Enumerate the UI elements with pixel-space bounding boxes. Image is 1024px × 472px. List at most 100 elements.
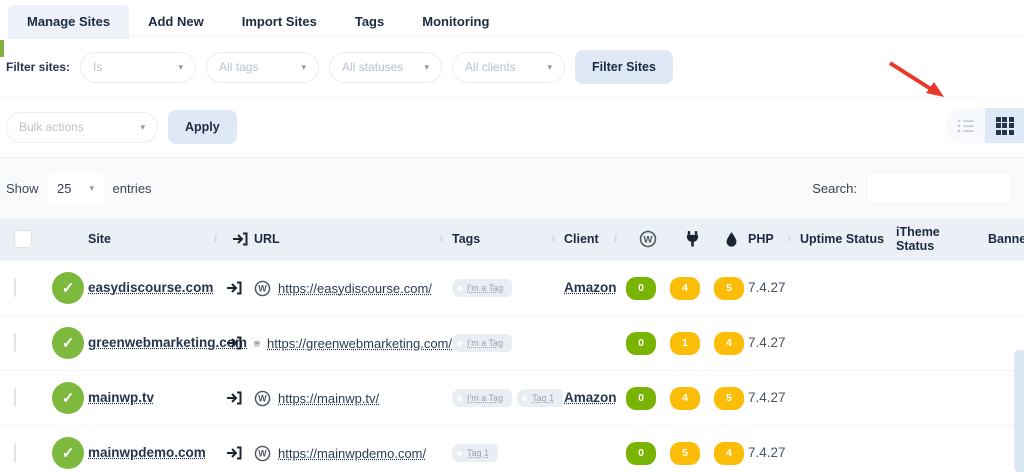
open-wp-admin-button[interactable] <box>226 446 254 460</box>
update-badge[interactable]: 0 <box>626 276 656 300</box>
page-size-select[interactable]: 25 ▾ <box>47 172 104 204</box>
client-link[interactable]: Amazon <box>564 280 617 295</box>
tag-chip[interactable]: Tag 1 <box>452 444 499 462</box>
update-badge[interactable]: 4 <box>670 276 700 300</box>
site-status-ok-icon: ✓ <box>52 437 84 469</box>
open-wp-admin-button[interactable] <box>226 281 254 295</box>
filter-operator-select[interactable]: Is ▾ <box>80 51 197 83</box>
update-badge[interactable]: 4 <box>670 386 700 410</box>
show-label: Show <box>6 180 39 196</box>
site-url-link[interactable]: https://mainwpdemo.com/ <box>278 446 426 461</box>
site-name-link[interactable]: greenwebmarketing.com <box>88 335 247 350</box>
row-checkbox[interactable] <box>14 278 16 297</box>
header-banner[interactable]: Banner <box>988 218 1024 260</box>
filter-tags-select[interactable]: All tags ▾ <box>206 51 320 83</box>
view-toggle-group <box>888 61 1024 143</box>
filter-sites-button[interactable]: Filter Sites <box>575 50 673 84</box>
select-all-checkbox[interactable] <box>14 230 32 248</box>
filter-operator-value: Is <box>93 60 103 74</box>
header-php[interactable]: PHP ▲ ▼ <box>748 218 800 260</box>
tab-import-sites[interactable]: Import Sites <box>223 5 336 39</box>
header-theme-updates[interactable] <box>714 218 748 260</box>
chevron-down-icon: ▾ <box>140 121 145 132</box>
sign-in-icon <box>233 232 248 246</box>
grid-icon <box>995 116 1014 135</box>
update-badge[interactable]: 5 <box>670 441 700 465</box>
update-badge[interactable]: 4 <box>714 331 744 355</box>
sort-icon[interactable]: ▲ ▼ <box>213 235 218 244</box>
notice-accent-bar <box>0 40 4 57</box>
tab-add-new[interactable]: Add New <box>129 5 223 39</box>
sort-icon[interactable]: ▲ ▼ <box>439 235 444 244</box>
tag-chip[interactable]: I'm a Tag <box>452 334 513 352</box>
header-wordpress-updates[interactable]: W <box>626 218 670 260</box>
vertical-scrollbar-thumb[interactable] <box>1014 350 1024 472</box>
list-view-button[interactable] <box>946 108 985 143</box>
tag-label: Tag 1 <box>532 393 555 403</box>
update-badge[interactable]: 5 <box>714 276 744 300</box>
filter-statuses-select[interactable]: All statuses ▾ <box>329 51 443 83</box>
update-badge[interactable]: 1 <box>670 331 700 355</box>
tab-manage-sites[interactable]: Manage Sites <box>8 5 130 39</box>
chevron-down-icon: ▾ <box>89 182 95 193</box>
header-login-icon-cell <box>226 218 254 260</box>
tab-monitoring[interactable]: Monitoring <box>403 5 508 39</box>
site-url-link[interactable]: https://mainwp.tv/ <box>278 391 379 406</box>
php-version: 7.4.27 <box>748 335 786 350</box>
update-badge[interactable]: 0 <box>626 331 656 355</box>
bulk-actions-select[interactable]: Bulk actions ▾ <box>6 111 158 143</box>
table-header: Site ▲ ▼ URL ▲ ▼ Tags ▲ ▼ Client ▲ ▼ W P… <box>0 218 1024 260</box>
tag-dot-icon <box>457 395 462 401</box>
row-checkbox[interactable] <box>14 388 16 407</box>
site-name-link[interactable]: mainwpdemo.com <box>88 445 206 460</box>
header-itheme-status[interactable]: iTheme Status <box>896 218 988 260</box>
tag-chip[interactable]: Tag 1 <box>517 389 564 407</box>
apply-button[interactable]: Apply <box>168 110 237 144</box>
header-tags[interactable]: Tags ▲ ▼ <box>452 218 564 260</box>
grid-view-button[interactable] <box>985 108 1024 143</box>
client-link[interactable]: Amazon <box>564 390 617 405</box>
table-body: ✓ easydiscourse.com W https://easydiscou… <box>0 260 1024 472</box>
search-label: Search: <box>812 180 857 196</box>
row-checkbox[interactable] <box>14 443 16 462</box>
tag-dot-icon <box>457 285 462 291</box>
wordpress-icon: W <box>254 280 271 296</box>
wordpress-icon: W <box>254 340 260 346</box>
table-row: ✓ easydiscourse.com W https://easydiscou… <box>0 260 1024 315</box>
site-name-link[interactable]: mainwp.tv <box>88 390 154 405</box>
site-url-link[interactable]: https://easydiscourse.com/ <box>278 281 432 296</box>
update-badge[interactable]: 5 <box>714 386 744 410</box>
tag-dot-icon <box>457 340 462 346</box>
open-wp-admin-button[interactable] <box>226 336 254 350</box>
update-badge[interactable]: 4 <box>714 441 744 465</box>
sort-icon[interactable]: ▲ ▼ <box>551 235 556 244</box>
filter-clients-value: All clients <box>465 60 516 74</box>
update-badge[interactable]: 0 <box>626 386 656 410</box>
filter-clients-select[interactable]: All clients ▾ <box>452 51 566 83</box>
update-badge[interactable]: 0 <box>626 441 656 465</box>
site-name-link[interactable]: easydiscourse.com <box>88 280 213 295</box>
tag-chip[interactable]: I'm a Tag <box>452 279 513 297</box>
header-client[interactable]: Client ▲ ▼ <box>564 218 626 260</box>
sites-table-section: Show 25 ▾ entries Search: Site ▲ ▼ URL ▲… <box>0 157 1024 472</box>
list-icon <box>957 119 974 132</box>
sort-icon[interactable]: ▲ ▼ <box>613 235 618 244</box>
search-input[interactable] <box>866 172 1012 204</box>
site-status-ok-icon: ✓ <box>52 382 84 414</box>
header-site[interactable]: Site ▲ ▼ <box>88 218 226 260</box>
row-checkbox[interactable] <box>14 333 16 352</box>
manage-sites-page: Manage Sites Add New Import Sites Tags M… <box>0 0 1024 472</box>
header-plugin-updates[interactable] <box>670 218 714 260</box>
table-row: ✓ mainwp.tv W https://mainwp.tv/ I'm a T… <box>0 370 1024 425</box>
tag-chip[interactable]: I'm a Tag <box>452 389 513 407</box>
header-url[interactable]: URL ▲ ▼ <box>254 218 452 260</box>
tags-cell: Tag 1 <box>452 444 564 462</box>
open-wp-admin-button[interactable] <box>226 391 254 405</box>
itheme-column-label: iTheme Status <box>896 225 940 253</box>
filter-sites-label: Filter sites: <box>6 60 71 74</box>
tags-cell: I'm a Tag <box>452 334 564 352</box>
header-uptime-status[interactable]: Uptime Status <box>800 218 896 260</box>
tab-tags[interactable]: Tags <box>336 5 403 39</box>
sort-icon[interactable]: ▲ ▼ <box>787 235 792 244</box>
site-url-link[interactable]: https://greenwebmarketing.com/ <box>267 336 452 351</box>
